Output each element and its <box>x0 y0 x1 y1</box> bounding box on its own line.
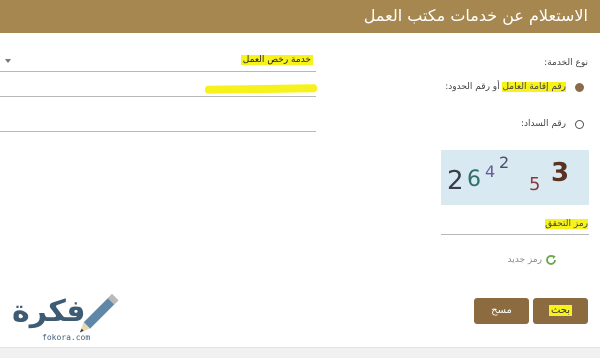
service-select-value: خدمة رخص العمل <box>240 55 313 65</box>
chevron-down-icon <box>5 59 11 63</box>
captcha-digit: 5 <box>529 174 541 195</box>
page-title: الاستعلام عن خدمات مكتب العمل <box>363 6 588 25</box>
captcha-digit: 4 <box>485 162 496 181</box>
clear-button[interactable]: مسح <box>474 298 529 324</box>
search-button-label: بحث <box>548 305 573 316</box>
captcha-digit: 2 <box>447 166 464 196</box>
new-code-link[interactable]: رمز جديد <box>507 255 542 265</box>
radio-sadad-label: رقم السداد: <box>520 119 566 129</box>
radio-iqama[interactable] <box>575 83 584 92</box>
radio-iqama-label-rest: أو رقم الحدود: <box>445 82 503 92</box>
search-button[interactable]: بحث <box>533 298 588 324</box>
service-type-label: نوع الخدمة: <box>544 58 588 68</box>
service-select[interactable]: خدمة رخص العمل <box>0 53 316 72</box>
page-header: الاستعلام عن خدمات مكتب العمل <box>0 0 600 33</box>
captcha-digit: 2 <box>499 153 510 172</box>
highlight-mark <box>204 84 318 94</box>
refresh-icon[interactable] <box>545 254 557 266</box>
sadad-number-input[interactable] <box>0 119 316 132</box>
radio-iqama-label-highlight: رقم إقامة العامل <box>502 82 566 92</box>
verify-code-input[interactable] <box>441 222 589 235</box>
captcha-image: 2 6 4 2 5 3 <box>441 150 589 205</box>
logo-caption: fokora.com <box>42 333 91 342</box>
captcha-digit: 6 <box>467 167 481 192</box>
radio-sadad[interactable] <box>575 120 584 129</box>
captcha-digit: 3 <box>551 158 570 188</box>
radio-iqama-label: رقم إقامة العامل أو رقم الحدود: <box>445 82 566 92</box>
footer-strip <box>0 347 600 358</box>
logo-text: فكرة <box>12 294 86 329</box>
fikra-logo: فكرة fokora.com <box>4 288 149 348</box>
